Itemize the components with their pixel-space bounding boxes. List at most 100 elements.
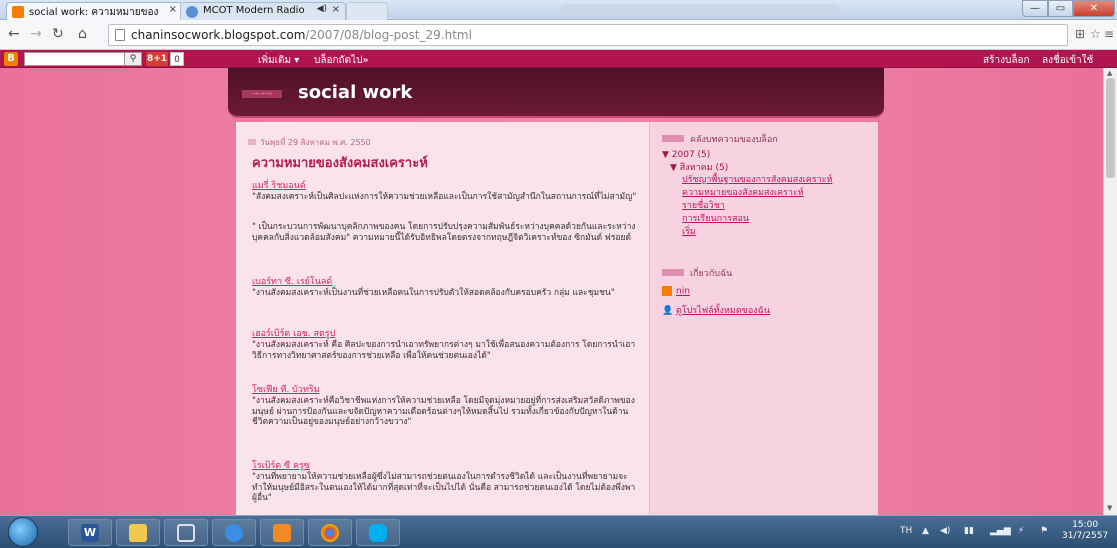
home-icon[interactable]: ⌂ — [78, 26, 87, 42]
tab-close-icon[interactable]: × — [169, 4, 177, 15]
archive-heading: คลังบทความของบล็อก — [662, 132, 874, 146]
taskbar-word[interactable]: W — [68, 519, 112, 546]
archive-post-link[interactable]: ปรัชญาพื้นฐานของการสังคมสงเคราะห์ — [682, 174, 874, 187]
power-icon[interactable]: ⚡ — [1018, 526, 1024, 536]
scrollbar-thumb[interactable] — [1106, 78, 1115, 178]
definition-entry: โซเฟีย ที. บัวทริม "งานสังคมสงเคราะห์คือ… — [252, 382, 637, 428]
search-icon[interactable]: ⚲ — [124, 52, 142, 66]
about-me: เกี่ยวกับฉัน nin 👤 ดูโปรไฟล์ทั้งหมดของฉัน — [662, 266, 874, 317]
volume-icon[interactable]: ◀) — [940, 526, 950, 536]
entry-author: แมรี่ ริชมอนด์ — [252, 181, 306, 191]
definition-entry: แมรี่ ริชมอนด์ "สังคมสงเคราะห์เป็นศิลปะแ… — [252, 178, 637, 203]
scroll-down-icon[interactable]: ▼ — [1107, 504, 1112, 512]
clock-date: 31/7/2557 — [1062, 531, 1109, 541]
entry-text: "งานที่พยายามให้ความช่วยเหลือผู้ซึ่งไม่ส… — [252, 472, 636, 503]
address-bar[interactable]: chaninsocwork.blogspot.com/2007/08/blog-… — [108, 24, 1068, 46]
definition-entry: โรเบิร์ต ซี ครูซ "งานที่พยายามให้ความช่ว… — [252, 458, 637, 504]
scroll-up-icon[interactable]: ▲ — [1107, 69, 1112, 77]
blog-title[interactable]: social work — [298, 82, 412, 103]
show-hidden-icons-icon[interactable]: ▲ — [922, 526, 929, 536]
archive-month-toggle[interactable]: ▼ สิงหาคม (5) — [670, 160, 874, 174]
archive-year-toggle[interactable]: ▼ 2007 (5) — [662, 150, 874, 160]
person-icon: 👤 — [662, 305, 674, 316]
start-button[interactable] — [8, 517, 38, 547]
definition-entry: เฮอร์เบิร์ต เอช. สตรูป "งานสังคมสงเคราะห… — [252, 326, 637, 361]
taskbar-explorer[interactable] — [116, 519, 160, 546]
taskbar-window[interactable] — [164, 519, 208, 546]
new-tab-button[interactable] — [346, 2, 388, 20]
archive-post-link[interactable]: เริ่ม — [682, 226, 874, 239]
definition-entry: เบอร์ทา ซี. เรย์โนลด์ "งานสังคมสงเคราะห์… — [252, 274, 637, 299]
entry-text: "งานสังคมสงเคราะห์ คือ ศิลปะของการนำเอาท… — [252, 340, 636, 361]
entry-text: " เป็นกระบวนการพัฒนาบุคลิกภาพของคน โดยกา… — [252, 222, 636, 243]
network-icon[interactable]: ▮▮ — [964, 526, 974, 536]
header-arrow-icon: →→→ — [242, 90, 282, 98]
clock-time: 15:00 — [1072, 520, 1099, 530]
system-clock[interactable]: 15:00 31/7/2557 — [1062, 520, 1108, 542]
taskbar-ie[interactable] — [212, 519, 256, 546]
tab-mcot-radio[interactable]: MCOT Modern Radio ◀) × — [180, 2, 346, 20]
word-icon: W — [81, 524, 99, 542]
taskbar: W TH ▲ ◀) ▮▮ ▂▄▆ ⚡ ⚑ 15:00 31/7/2557 — [0, 515, 1117, 548]
page-icon — [115, 29, 125, 41]
taskbar-chrome[interactable] — [308, 519, 352, 546]
window-icon — [177, 524, 195, 542]
heading-tag-icon — [662, 269, 684, 276]
entry-author: โรเบิร์ต ซี ครูซ — [252, 461, 310, 471]
entry-author: เบอร์ทา ซี. เรย์โนลด์ — [252, 277, 333, 287]
more-menu[interactable]: เพิ่มเติม ▾ — [258, 53, 299, 68]
blogger-favicon-icon — [12, 6, 24, 18]
archive-post-link[interactable]: รายชื่อวิชา — [682, 200, 874, 213]
post-date: วันพุธที่ 29 สิงหาคม พ.ศ. 2550 — [248, 136, 371, 149]
tab-title: social work: ความหมายของ — [29, 7, 159, 18]
entry-text: "งานสังคมสงเคราะห์เป็นงานที่ช่วยเหลือคนใ… — [252, 288, 615, 298]
skype-icon — [369, 524, 387, 542]
signal-icon[interactable]: ▂▄▆ — [990, 526, 1011, 536]
blog-header: →→→ social work — [228, 68, 884, 118]
create-blog-link[interactable]: สร้างบล็อก — [983, 53, 1030, 68]
menu-icon[interactable]: ≡ — [1104, 27, 1114, 41]
taskbar-media[interactable] — [260, 519, 304, 546]
language-indicator[interactable]: TH — [900, 526, 912, 536]
date-bullet-icon — [248, 139, 256, 145]
tab-social-work[interactable]: social work: ความหมายของ × — [6, 2, 183, 20]
archive-post-link[interactable]: ความหมายของสังคมสงเคราะห์ — [682, 187, 874, 200]
plus-one-button[interactable]: 8+1 — [146, 52, 168, 66]
forward-arrow-icon[interactable]: → — [30, 26, 42, 42]
sign-in-link[interactable]: ลงชื่อเข้าใช้ — [1042, 53, 1093, 68]
archive-post-link[interactable]: การเรียนการสอน — [682, 213, 874, 226]
vertical-scrollbar[interactable]: ▲ ▼ — [1103, 68, 1117, 515]
folder-icon — [129, 524, 147, 542]
chrome-icon — [321, 524, 339, 542]
reload-icon[interactable]: ↻ — [52, 26, 64, 42]
radio-favicon-icon — [186, 6, 198, 18]
profile-link[interactable]: nin — [662, 286, 874, 297]
action-center-icon[interactable]: ⚑ — [1040, 526, 1048, 536]
taskbar-skype[interactable] — [356, 519, 400, 546]
entry-text: "งานสังคมสงเคราะห์คือวิชาชีพแห่งการให้คว… — [252, 396, 635, 427]
post-title: ความหมายของสังคมสงเคราะห์ — [252, 156, 428, 171]
blogger-navbar: B ⚲ 8+1 0 เพิ่มเติม ▾ บล็อกถัดไป» สร้างบ… — [0, 50, 1117, 68]
maximize-button[interactable]: ▭ — [1048, 0, 1073, 17]
blog-archive: คลังบทความของบล็อก ▼ 2007 (5) ▼ สิงหาคม … — [662, 132, 874, 239]
entry-author: โซเฟีย ที. บัวทริม — [252, 385, 320, 395]
back-arrow-icon[interactable]: ← — [8, 26, 20, 42]
post-column: วันพุธที่ 29 สิงหาคม พ.ศ. 2550 ความหมายข… — [236, 122, 649, 515]
about-heading: เกี่ยวกับฉัน — [662, 266, 874, 280]
blogger-logo-icon[interactable]: B — [4, 52, 18, 66]
entry-author: เฮอร์เบิร์ต เอช. สตรูป — [252, 329, 336, 339]
next-blog-link[interactable]: บล็อกถัดไป» — [314, 53, 369, 68]
bookmark-star-icon[interactable]: ☆ — [1090, 27, 1101, 41]
heading-tag-icon — [662, 135, 684, 142]
entry-text: "สังคมสงเคราะห์เป็นศิลปะแห่งการให้ความช่… — [252, 192, 637, 202]
tab-title: MCOT Modern Radio — [203, 5, 305, 16]
definition-entry: " เป็นกระบวนการพัฒนาบุคลิกภาพของคน โดยกา… — [252, 222, 637, 243]
window-close-button[interactable]: ✕ — [1073, 0, 1115, 17]
tab-close-icon[interactable]: × — [332, 4, 340, 15]
view-profile-link[interactable]: 👤 ดูโปรไฟล์ทั้งหมดของฉัน — [662, 303, 874, 317]
minimize-button[interactable]: — — [1022, 0, 1048, 17]
plus-one-count: 0 — [170, 52, 184, 66]
blogger-profile-icon — [662, 286, 672, 296]
translate-icon[interactable]: ⊞ — [1075, 27, 1085, 41]
url-text: chaninsocwork.blogspot.com/2007/08/blog-… — [131, 28, 472, 42]
